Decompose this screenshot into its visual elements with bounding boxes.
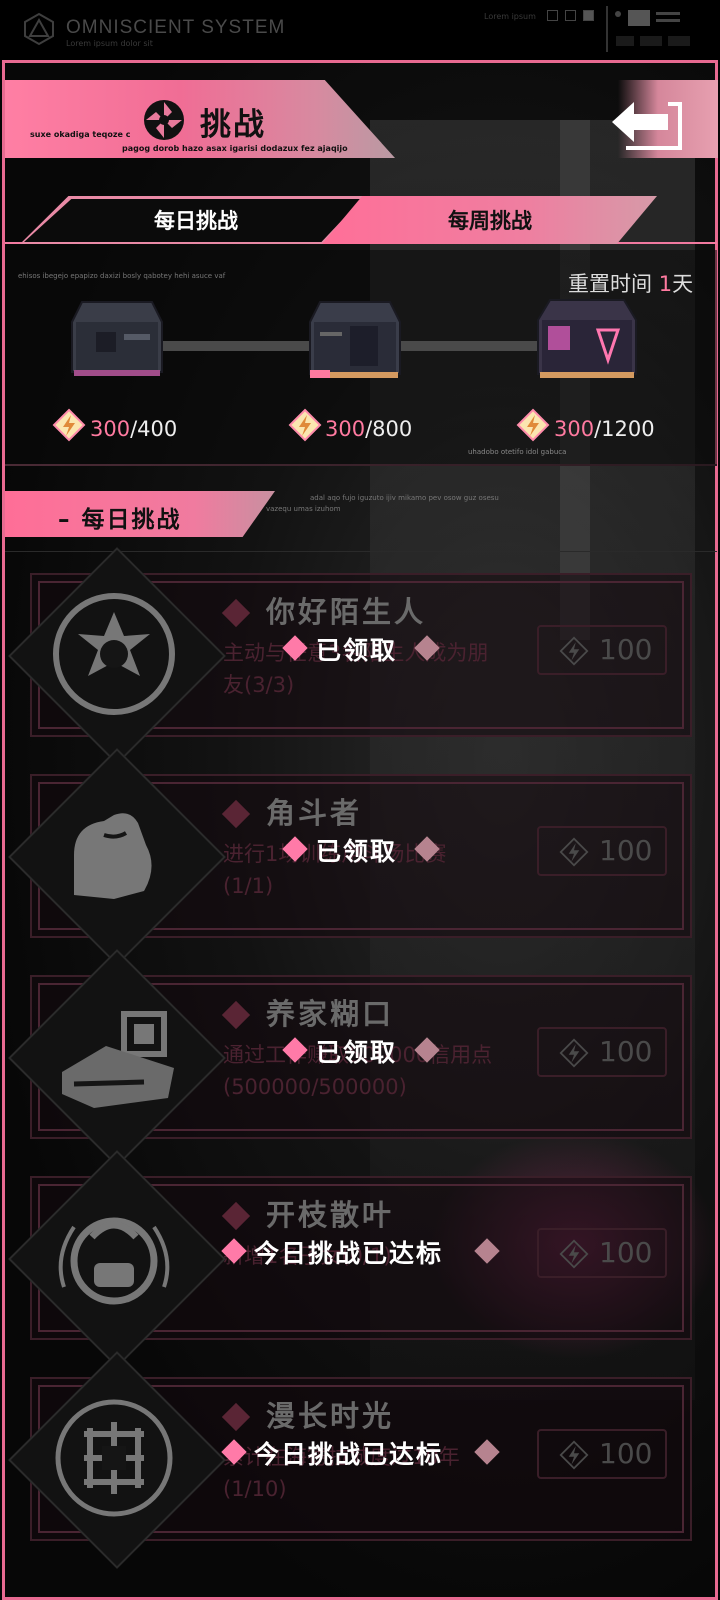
challenge-title: 开枝散叶 (266, 1198, 395, 1232)
header-latin-1: suxe okadiga teqoze c (30, 130, 131, 139)
lightning-diamond-icon (559, 837, 589, 867)
section-latin-2: vazequ umas izuhom (266, 505, 341, 513)
claim-status: 已领取 (316, 1038, 398, 1067)
challenge-emblem-icon (144, 100, 184, 140)
chest-icon[interactable] (62, 292, 172, 392)
baby-icon (58, 1217, 170, 1305)
system-cross-square-icon (565, 10, 576, 21)
points-value: 100 (599, 1236, 653, 1269)
claim-status: 今日挑战已达标 (254, 1239, 444, 1268)
page-title: 挑战 (200, 107, 266, 143)
system-status-icons (606, 6, 690, 52)
system-title: OMNISCIENT SYSTEM (66, 17, 286, 38)
claim-status: 今日挑战已达标 (254, 1440, 444, 1469)
points-badge: 100 (537, 1228, 667, 1278)
system-logo-icon (24, 12, 54, 46)
system-filled-square-icon (583, 10, 594, 21)
lightning-diamond-icon (52, 408, 86, 442)
lightning-diamond-icon (559, 636, 589, 666)
header-latin-2: pagog dorob hazo asax igarisi dodazux fe… (122, 144, 348, 153)
handshake-emblem-icon (53, 593, 175, 715)
points-value: 100 (599, 834, 653, 867)
lightning-diamond-icon (559, 1239, 589, 1269)
chest-icon[interactable] (300, 292, 410, 392)
reward-divider (5, 464, 717, 466)
reward-latin: ehisos ibegejo epapizo daxizi bosly qabo… (18, 272, 226, 280)
back-arrow-icon[interactable] (606, 88, 690, 156)
claim-status: 已领取 (316, 636, 398, 665)
flexed-arm-icon (74, 813, 152, 899)
points-value: 100 (599, 633, 653, 666)
lightning-diamond-icon (559, 1440, 589, 1470)
challenge-title: 你好陌生人 (266, 595, 427, 629)
challenge-title: 角斗者 (266, 796, 363, 830)
points-value: 100 (599, 1035, 653, 1068)
points-badge: 100 (537, 1429, 667, 1479)
section-title: – 每日挑战 (58, 507, 182, 533)
section-latin-1: adal aqo fujo iguzuto ijiv mikamo pev os… (310, 494, 499, 502)
points-badge: 100 (537, 625, 667, 675)
reward-value-3: 300/1200 (554, 417, 655, 441)
system-square-icon (547, 10, 558, 21)
challenge-title: 养家糊口 (266, 997, 395, 1031)
chest-icon[interactable] (532, 290, 642, 390)
points-badge: 100 (537, 826, 667, 876)
challenge-title: 漫长时光 (266, 1399, 395, 1433)
points-value: 100 (599, 1437, 653, 1470)
lightning-diamond-icon (559, 1038, 589, 1068)
reward-value-1: 300/400 (90, 417, 178, 441)
lightning-diamond-icon (516, 408, 550, 442)
tab-daily-label[interactable]: 每日挑战 (96, 205, 296, 235)
claim-status: 已领取 (316, 837, 398, 866)
lightning-diamond-icon (288, 408, 322, 442)
system-lorem: Lorem ipsum (484, 12, 536, 21)
reward-latin-2: uhadobo otetifo idol gabuca (468, 448, 567, 456)
money-hand-icon (62, 1011, 174, 1108)
knot-emblem-icon (55, 1399, 173, 1517)
system-subtitle: Lorem ipsum dolor sit (66, 39, 153, 48)
points-badge: 100 (537, 1027, 667, 1077)
reward-value-2: 300/800 (325, 417, 413, 441)
tab-weekly-label[interactable]: 每周挑战 (390, 205, 590, 235)
